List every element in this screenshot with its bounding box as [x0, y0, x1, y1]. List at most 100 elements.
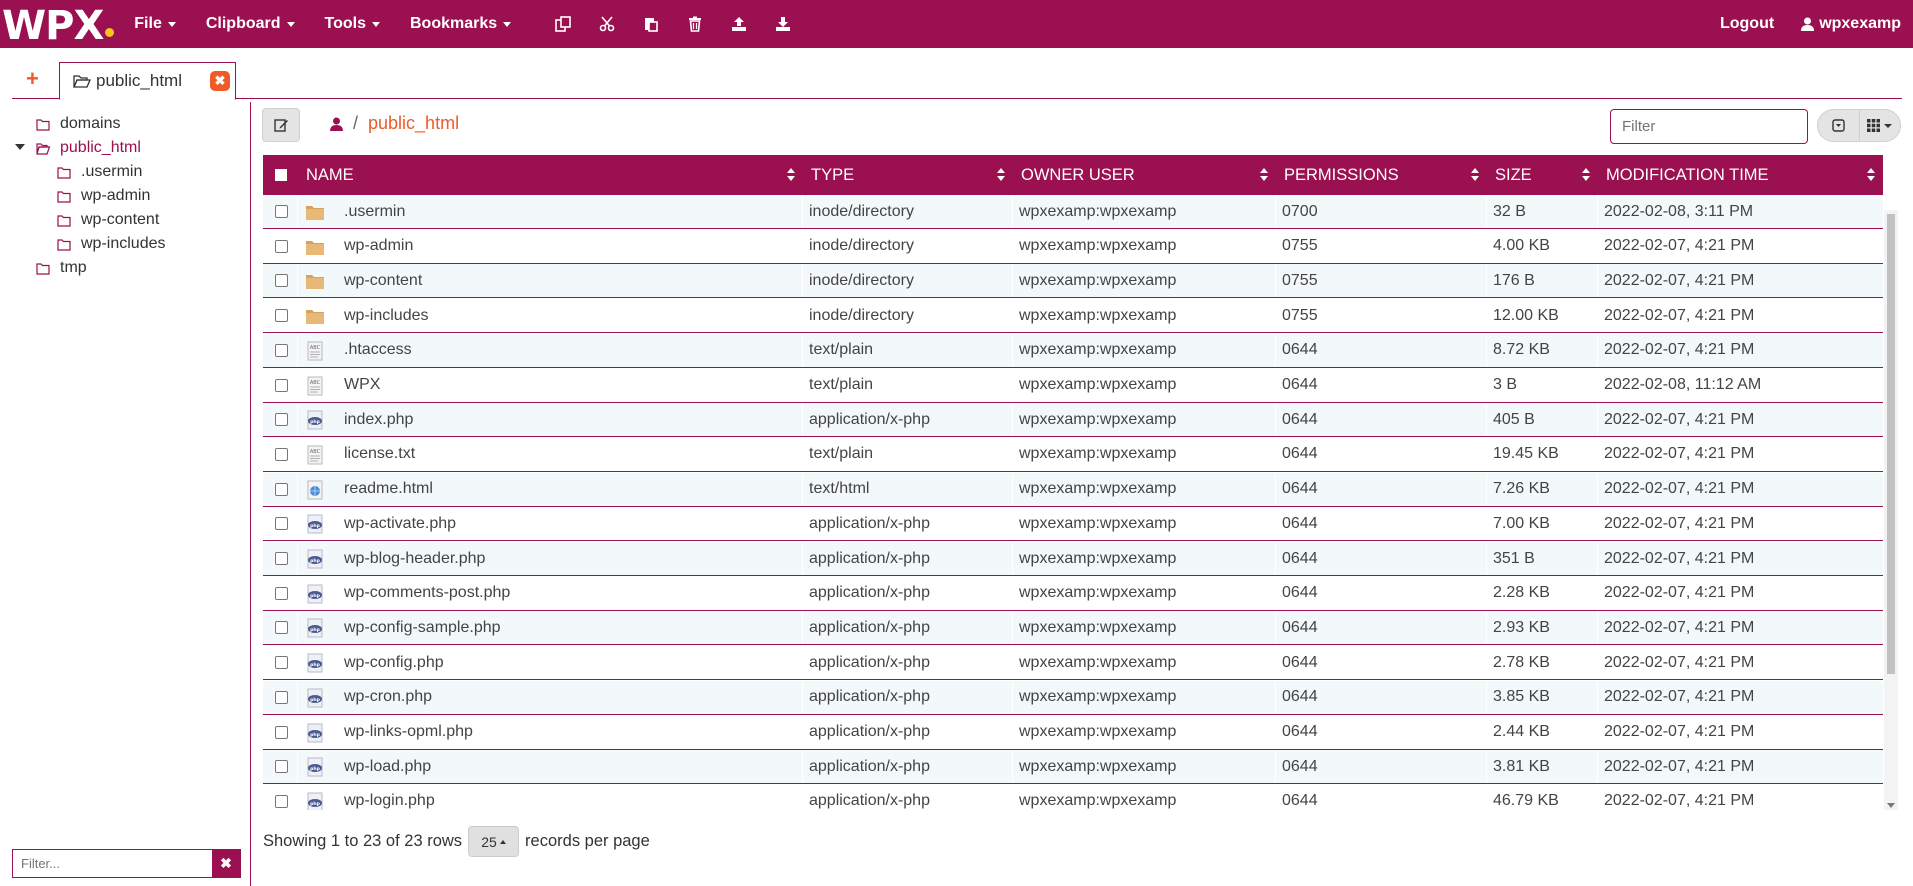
table-row[interactable]: .usermin inode/directory wpxexamp:wpxexamp…	[263, 195, 1883, 229]
row-checkbox[interactable]	[275, 517, 288, 531]
table-row[interactable]: php wp-config-sample.php application/x-php…	[263, 611, 1883, 646]
row-checkbox[interactable]	[275, 725, 288, 739]
table-row[interactable]: wp-includes inode/directory wpxexamp:wpxex…	[263, 299, 1883, 334]
table-row[interactable]: php wp-links-opml.php application/x-php wpx…	[263, 715, 1883, 750]
tree-item-public-html[interactable]: public_html	[36, 138, 141, 158]
tree-item-domains[interactable]: domains	[36, 114, 120, 134]
row-checkbox[interactable]	[275, 760, 288, 774]
select-all-checkbox[interactable]	[275, 169, 287, 181]
cell-name[interactable]: wp-links-opml.php	[338, 716, 803, 749]
scroll-down-arrow[interactable]	[1887, 803, 1895, 808]
cell-name[interactable]: .htaccess	[338, 334, 803, 367]
cell-name[interactable]: wp-config-sample.php	[338, 611, 803, 644]
cell-name[interactable]: wp-cron.php	[338, 681, 803, 714]
cell-name[interactable]: wp-config.php	[338, 646, 803, 679]
panel-divider[interactable]	[250, 102, 251, 886]
new-tab-button[interactable]: +	[26, 68, 39, 90]
copy-button[interactable]	[541, 0, 585, 48]
cell-name[interactable]: readme.html	[338, 473, 803, 506]
cell-separator	[297, 264, 298, 298]
table-row[interactable]: readme.html text/html wpxexamp:wpxexamp 064…	[263, 472, 1883, 507]
header-type[interactable]: TYPE	[803, 155, 1013, 195]
table-row[interactable]: ABC WPX text/plain wpxexamp:wpxexamp 0644 3 B…	[263, 368, 1883, 403]
row-checkbox[interactable]	[275, 343, 288, 357]
cell-name[interactable]: license.txt	[338, 438, 803, 471]
tree-item-wp-admin[interactable]: wp-admin	[57, 186, 150, 206]
columns-toggle-button[interactable]	[1818, 109, 1859, 142]
table-row[interactable]: php wp-comments-post.php application/x-php…	[263, 576, 1883, 611]
row-checkbox[interactable]	[275, 413, 288, 427]
row-checkbox[interactable]	[275, 205, 288, 218]
cell-name[interactable]: wp-blog-header.php	[338, 542, 803, 575]
cell-owner: wpxexamp:wpxexamp	[1019, 514, 1177, 532]
row-checkbox[interactable]	[275, 690, 288, 704]
paste-button[interactable]	[629, 0, 673, 48]
table-scrollbar[interactable]	[1884, 210, 1898, 810]
header-permissions[interactable]: PERMISSIONS	[1276, 155, 1487, 195]
scrollbar-thumb[interactable]	[1887, 214, 1895, 674]
cell-name[interactable]: .usermin	[338, 195, 803, 228]
menu-bookmarks[interactable]: Bookmarks	[410, 15, 512, 33]
tree-item-wp-includes[interactable]: wp-includes	[57, 234, 165, 254]
delete-button[interactable]	[673, 0, 717, 48]
menu-file[interactable]: File	[134, 15, 176, 33]
user-menu[interactable]: wpxexamp	[1801, 15, 1901, 33]
table-row[interactable]: php wp-cron.php application/x-php wpxexamp:…	[263, 680, 1883, 715]
cell-name[interactable]: WPX	[338, 369, 803, 402]
table-row[interactable]: php index.php application/x-php wpxexamp:wp…	[263, 403, 1883, 438]
cell-name[interactable]: wp-activate.php	[338, 507, 803, 540]
download-button[interactable]	[761, 0, 805, 48]
logout-link[interactable]: Logout	[1720, 15, 1774, 33]
page-size-dropdown[interactable]: 25	[468, 826, 520, 857]
cut-button[interactable]	[585, 0, 629, 48]
edit-button[interactable]	[262, 108, 300, 142]
cell-name[interactable]: wp-content	[338, 264, 803, 297]
row-checkbox[interactable]	[275, 794, 288, 808]
breadcrumb-current[interactable]: public_html	[368, 113, 459, 134]
table-row[interactable]: ABC .htaccess text/plain wpxexamp:wpxexamp 0…	[263, 333, 1883, 368]
menu-tools[interactable]: Tools	[325, 15, 380, 33]
table-row[interactable]: php wp-load.php application/x-php wpxexamp:…	[263, 750, 1883, 785]
row-checkbox[interactable]	[275, 378, 288, 392]
cell-name[interactable]: wp-load.php	[338, 750, 803, 783]
table-row[interactable]: wp-admin inode/directory wpxexamp:wpxexamp…	[263, 229, 1883, 264]
header-owner[interactable]: OWNER USER	[1013, 155, 1276, 195]
tree-expand-caret[interactable]	[15, 144, 25, 150]
row-checkbox[interactable]	[275, 309, 288, 323]
row-checkbox[interactable]	[275, 482, 288, 496]
row-checkbox[interactable]	[275, 621, 288, 635]
wpx-logo[interactable]: WPX	[2, 0, 115, 48]
table-row[interactable]: php wp-blog-header.php application/x-php wp…	[263, 542, 1883, 576]
table-row[interactable]: ABC license.txt text/plain wpxexamp:wpxexam…	[263, 437, 1883, 472]
tree-filter-clear-button[interactable]: ✖	[212, 850, 240, 877]
header-name[interactable]: NAME	[298, 155, 803, 195]
cell-name[interactable]: wp-comments-post.php	[338, 577, 803, 610]
row-checkbox[interactable]	[275, 239, 288, 253]
row-checkbox[interactable]	[275, 656, 288, 670]
cell-name[interactable]: wp-admin	[338, 230, 803, 263]
row-checkbox[interactable]	[275, 552, 288, 565]
menu-clipboard[interactable]: Clipboard	[206, 15, 295, 33]
row-checkbox[interactable]	[275, 447, 288, 461]
table-row[interactable]: wp-content inode/directory wpxexamp:wpxexa…	[263, 264, 1883, 299]
file-filter-input[interactable]	[1610, 109, 1808, 144]
table-row[interactable]: php wp-login.php application/x-php wpxexamp…	[263, 784, 1883, 810]
table-row[interactable]: php wp-activate.php application/x-php wpxex…	[263, 507, 1883, 542]
tree-filter-input[interactable]	[13, 850, 212, 877]
grid-view-button[interactable]	[1859, 109, 1900, 142]
row-checkbox[interactable]	[275, 586, 288, 600]
cell-name[interactable]: index.php	[338, 403, 803, 436]
header-size[interactable]: SIZE	[1487, 155, 1598, 195]
user-icon[interactable]	[330, 117, 343, 131]
tree-item-usermin[interactable]: .usermin	[57, 162, 142, 182]
header-modified[interactable]: MODIFICATION TIME	[1598, 155, 1883, 195]
tab-public-html[interactable]: public_html ✖	[59, 62, 236, 100]
close-tab-button[interactable]: ✖	[210, 71, 230, 91]
table-row[interactable]: php wp-config.php application/x-php wpxexam…	[263, 646, 1883, 681]
tree-item-tmp[interactable]: tmp	[36, 258, 87, 278]
row-checkbox[interactable]	[275, 274, 288, 288]
tree-item-wp-content[interactable]: wp-content	[57, 210, 159, 230]
cell-name[interactable]: wp-includes	[338, 299, 803, 332]
upload-button[interactable]	[717, 0, 761, 48]
cell-name[interactable]: wp-login.php	[338, 785, 803, 810]
